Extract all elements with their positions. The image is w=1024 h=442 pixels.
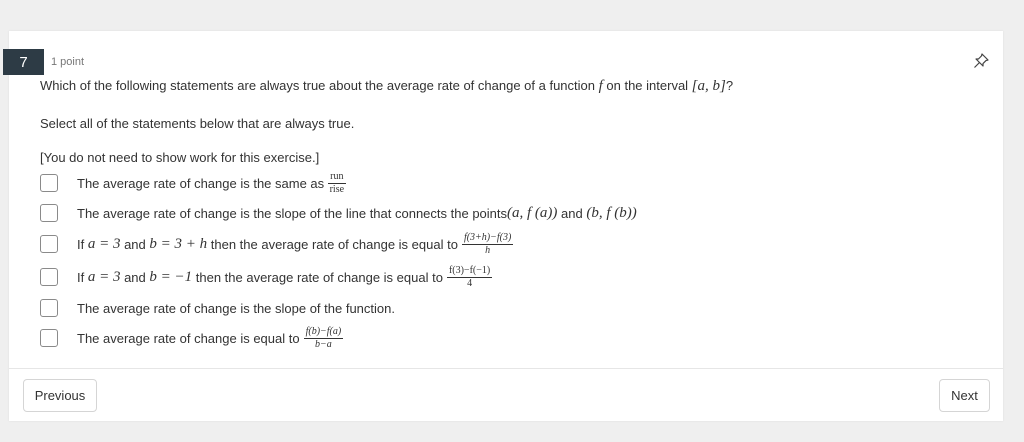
next-button[interactable]: Next xyxy=(939,379,990,412)
checkbox[interactable] xyxy=(40,299,58,317)
option-text: and xyxy=(120,236,150,252)
math-expression: a = 3 xyxy=(87,268,121,285)
checkbox[interactable] xyxy=(40,235,58,253)
option-text: The average rate of change is the slope … xyxy=(77,300,395,316)
option-text: If xyxy=(77,269,88,285)
answer-option[interactable]: The average rate of change is the slope … xyxy=(40,201,637,225)
fraction: f(3+h)−f(3) h xyxy=(461,231,514,256)
option-text: The average rate of change is equal to xyxy=(77,330,300,346)
math-expression: a = 3 xyxy=(87,235,121,252)
checkbox[interactable] xyxy=(40,329,58,347)
option-text: then the average rate of change is equal… xyxy=(192,269,443,285)
math-expression: b = −1 xyxy=(149,268,193,285)
divider xyxy=(9,368,1003,369)
pin-icon[interactable] xyxy=(972,52,990,70)
fraction: f(b)−f(a) b−a xyxy=(303,325,344,350)
math-expression: b = 3 + h xyxy=(149,235,208,252)
option-text: The average rate of change is the same a… xyxy=(77,175,325,191)
math-expression: (b, f (b)) xyxy=(586,204,637,221)
question-text: Which of the following statements are al… xyxy=(40,78,734,94)
checkbox[interactable] xyxy=(40,204,58,222)
option-text: The average rate of change is the slope … xyxy=(77,205,508,221)
answer-option[interactable]: The average rate of change is equal to f… xyxy=(40,325,344,350)
checkbox[interactable] xyxy=(40,268,58,286)
option-text: and xyxy=(557,205,587,221)
answer-option[interactable]: If a = 3 and b = −1 then the average rat… xyxy=(40,264,493,289)
instruction-text: Select all of the statements below that … xyxy=(40,116,355,131)
option-text: then the average rate of change is equal… xyxy=(207,236,458,252)
question-number: 7 xyxy=(3,49,44,75)
fraction: run rise xyxy=(328,170,346,195)
answer-option[interactable]: The average rate of change is the same a… xyxy=(40,171,346,195)
question-points: 1 point xyxy=(51,56,85,68)
fraction: f(3)−f(−1) 4 xyxy=(446,264,493,289)
answer-option[interactable]: If a = 3 and b = 3 + h then the average … xyxy=(40,231,514,256)
answer-option[interactable]: The average rate of change is the slope … xyxy=(40,296,395,320)
checkbox[interactable] xyxy=(40,174,58,192)
math-expression: (a, f (a)) xyxy=(507,204,558,221)
note-text: [You do not need to show work for this e… xyxy=(40,150,320,165)
option-text: If xyxy=(77,236,88,252)
option-text: and xyxy=(120,269,150,285)
previous-button[interactable]: Previous xyxy=(23,379,97,412)
